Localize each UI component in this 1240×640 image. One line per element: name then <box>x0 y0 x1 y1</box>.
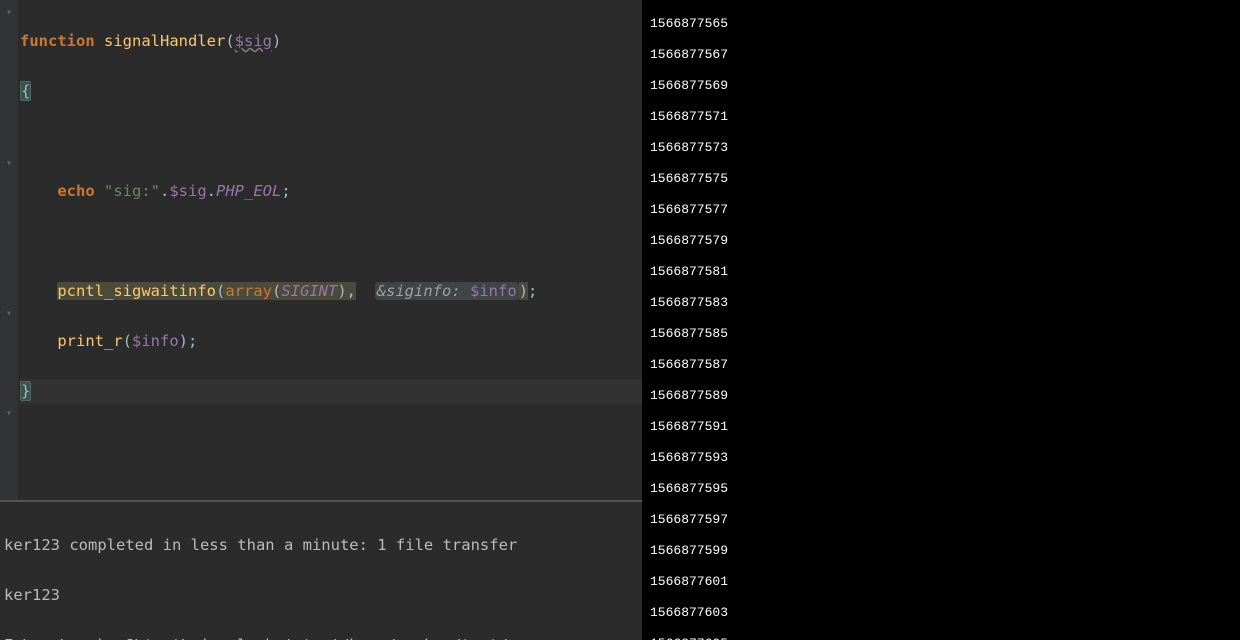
fn-printr: print_r <box>57 332 122 350</box>
terminal-line: 1566877591 <box>650 419 1236 435</box>
const-sigint: SIGINT <box>281 282 337 300</box>
fold-icon[interactable]: ▾ <box>3 308 15 320</box>
terminal-pane[interactable]: 1566877565 1566877567 1566877569 1566877… <box>642 0 1240 640</box>
terminal-line: 1566877581 <box>650 264 1236 280</box>
terminal-line: 1566877571 <box>650 109 1236 125</box>
const-phpeol: PHP_EOL <box>216 182 281 200</box>
log-line: ker123 completed in less than a minute: … <box>4 533 638 558</box>
terminal-line: 1566877595 <box>650 481 1236 497</box>
var-info: $info <box>132 332 179 350</box>
keyword-echo: echo <box>57 182 94 200</box>
terminal-line: 1566877567 <box>650 47 1236 63</box>
fold-icon[interactable]: ▾ <box>3 158 15 170</box>
terminal-line: 1566877603 <box>650 605 1236 621</box>
terminal-line: 1566877593 <box>650 450 1236 466</box>
terminal-line: 1566877597 <box>650 512 1236 528</box>
terminal-line: 1566877577 <box>650 202 1236 218</box>
function-name: signalHandler <box>104 32 225 50</box>
terminal-line: 1566877575 <box>650 171 1236 187</box>
terminal-line: 1566877579 <box>650 233 1236 249</box>
terminal-line: 1566877589 <box>650 388 1236 404</box>
fn-sigwaitinfo: pcntl_sigwaitinfo <box>57 282 216 300</box>
terminal-line: 1566877583 <box>650 295 1236 311</box>
code-editor[interactable]: ▾ ▾ ▾ ▾ function signalHandler($sig) { e… <box>0 0 642 500</box>
keyword-function: function <box>20 32 95 50</box>
fold-icon[interactable]: ▾ <box>3 7 15 19</box>
left-pane: ▾ ▾ ▾ ▾ function signalHandler($sig) { e… <box>0 0 642 640</box>
terminal-line: 1566877587 <box>650 357 1236 373</box>
ide-log-panel[interactable]: ker123 completed in less than a minute: … <box>0 500 642 640</box>
terminal-line: 1566877565 <box>650 16 1236 32</box>
code-content[interactable]: function signalHandler($sig) { echo "sig… <box>0 4 642 500</box>
param-sig: $sig <box>235 32 272 50</box>
string-literal: "sig:" <box>104 182 160 200</box>
keyword-array: array <box>225 282 272 300</box>
terminal-line: 1566877569 <box>650 78 1236 94</box>
log-line: ker123 <box>4 583 638 608</box>
brace-close: } <box>20 381 31 401</box>
terminal-line: 1566877585 <box>650 326 1236 342</box>
log-line: E:\www\worker8\test\signal.php' to '/hom… <box>4 633 638 640</box>
terminal-line: 1566877605 <box>650 636 1236 640</box>
var-sig: $sig <box>169 182 206 200</box>
terminal-line: 1566877599 <box>650 543 1236 559</box>
var-info: $info <box>470 282 517 300</box>
fold-icon[interactable]: ▾ <box>3 408 15 420</box>
brace-open: { <box>20 81 31 101</box>
editor-gutter: ▾ ▾ ▾ ▾ <box>0 0 18 500</box>
terminal-line: 1566877601 <box>650 574 1236 590</box>
terminal-line: 1566877573 <box>650 140 1236 156</box>
hint-siginfo: &siginfo: <box>377 282 461 300</box>
